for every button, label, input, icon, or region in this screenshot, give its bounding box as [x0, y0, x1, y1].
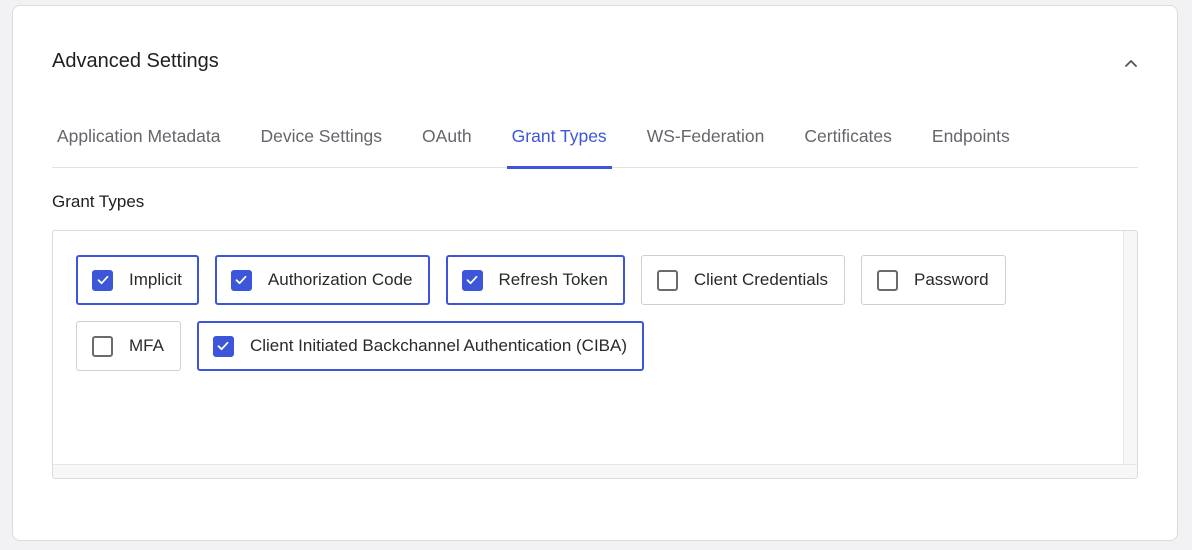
checkbox-unchecked-icon[interactable] — [877, 269, 898, 291]
tab-label: Certificates — [804, 126, 892, 146]
grant-type-refresh-token[interactable]: Refresh Token — [445, 255, 625, 305]
tab-endpoints[interactable]: Endpoints — [927, 114, 1015, 168]
panel-title: Advanced Settings — [52, 50, 219, 72]
grant-type-mfa[interactable]: MFA — [76, 321, 181, 371]
grant-type-label: Password — [914, 270, 989, 289]
tab-label: Endpoints — [931, 126, 1010, 146]
checkbox-checked-icon[interactable] — [230, 269, 252, 291]
grant-type-options: Implicit Authorization Code Refresh Token C… — [76, 255, 1106, 371]
advanced-settings-card: Advanced Settings Application Metadata D… — [12, 5, 1178, 541]
tab-label: Grant Types — [511, 126, 607, 146]
grant-types-label: Grant Types — [52, 192, 145, 211]
grant-type-label: Refresh Token — [498, 270, 608, 289]
tab-ws-federation[interactable]: WS-Federation — [642, 114, 770, 168]
grant-type-implicit[interactable]: Implicit — [76, 255, 199, 305]
vertical-scrollbar[interactable] — [1123, 231, 1137, 478]
grant-type-label: Implicit — [129, 270, 182, 289]
tab-application-metadata[interactable]: Application Metadata — [52, 114, 225, 168]
grant-type-password[interactable]: Password — [861, 255, 1006, 305]
tab-label: Application Metadata — [57, 126, 221, 146]
grant-type-authorization-code[interactable]: Authorization Code — [214, 255, 430, 305]
checkbox-checked-icon[interactable] — [92, 269, 113, 291]
tab-certificates[interactable]: Certificates — [799, 114, 897, 168]
chevron-up-icon[interactable] — [1120, 52, 1142, 74]
tab-label: OAuth — [422, 126, 472, 146]
checkbox-unchecked-icon[interactable] — [656, 269, 678, 291]
grant-type-label: Client Credentials — [693, 270, 828, 289]
checkbox-checked-icon[interactable] — [212, 335, 234, 357]
tab-label: WS-Federation — [646, 126, 765, 146]
grant-type-client-initiated-backchannel-authentication-ciba[interactable]: Client Initiated Backchannel Authenticat… — [196, 321, 644, 371]
tab-device-settings[interactable]: Device Settings — [255, 114, 387, 168]
grant-type-label: Authorization Code — [267, 270, 413, 289]
grant-types-box: Implicit Authorization Code Refresh Token C… — [52, 230, 1138, 479]
grant-type-label: MFA — [129, 336, 164, 355]
tab-oauth[interactable]: OAuth — [417, 114, 477, 168]
grant-type-client-credentials[interactable]: Client Credentials — [640, 255, 845, 305]
horizontal-scrollbar[interactable] — [53, 464, 1137, 478]
checkbox-unchecked-icon[interactable] — [92, 335, 113, 357]
panel-header[interactable]: Advanced Settings — [52, 48, 1142, 78]
checkbox-checked-icon[interactable] — [461, 269, 483, 291]
tab-label: Device Settings — [260, 126, 383, 146]
tab-grant-types[interactable]: Grant Types — [506, 114, 612, 169]
grant-type-label: Client Initiated Backchannel Authenticat… — [249, 336, 627, 355]
settings-tabs: Application Metadata Device Settings OAu… — [52, 114, 1138, 169]
